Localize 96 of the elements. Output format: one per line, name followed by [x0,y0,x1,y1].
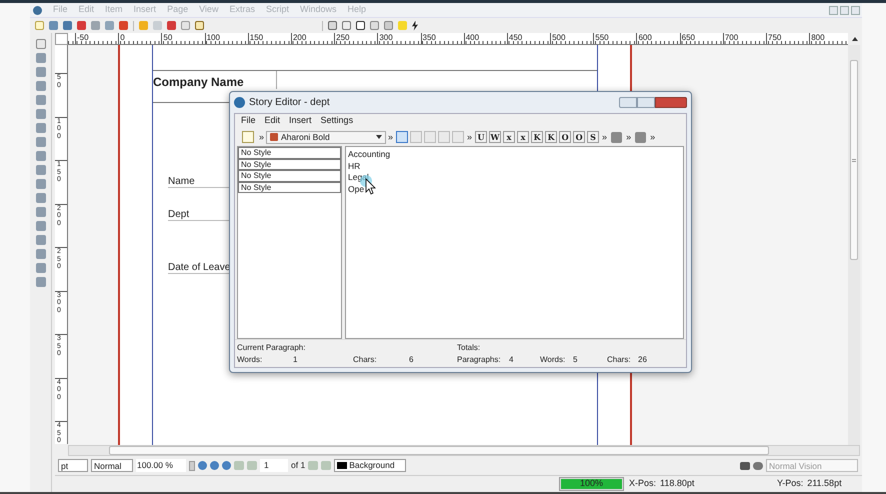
ruler-label: 350 [422,33,437,42]
field-label: Dept [168,209,190,220]
ruler-label: 150 [248,33,264,42]
ruler-label: 650 [680,33,696,42]
chars-label: Chars: [607,354,632,366]
words-label: Words: [540,354,566,366]
window-title: Story Editor - dept [249,96,330,110]
spin-icon[interactable] [189,460,195,470]
ruler-label: 400 [464,33,480,42]
x-pos-value: 118.80pt [660,477,696,490]
ruler-label: 0 [119,33,126,42]
scroll-up-icon[interactable] [852,37,858,41]
chars-value: 26 [638,354,647,366]
new-document-icon[interactable] [242,131,254,143]
menu-item[interactable]: File [241,114,256,128]
paragraphs-value: 4 [509,354,514,366]
scroll-thumb[interactable] [109,446,769,454]
ruler-corner[interactable] [55,33,68,45]
style-button[interactable]: x [503,131,516,143]
style-button[interactable]: O [559,131,572,143]
paragraph-style[interactable]: No Style [238,147,341,158]
chars-label: Chars: [353,354,378,366]
vertical-scrollbar[interactable] [848,45,860,445]
words-label: Words: [237,354,264,366]
ruler-label: 200 [292,33,308,42]
font-dropdown[interactable]: Aharoni Bold [266,130,386,144]
ruler-label: 600 [637,33,653,42]
more-button[interactable]: » [624,132,634,142]
words-value: 1 [293,354,298,366]
y-pos-label: Y-Pos: [777,477,804,490]
layer-dropdown[interactable]: Background [334,459,406,472]
paragraph-text: Accounting [348,149,390,160]
style-button[interactable]: O [573,131,586,143]
x-pos-label: X-Pos: [629,477,656,490]
paragraph-text: Ope [348,184,364,195]
ruler-label: 550 [594,33,610,42]
align-button[interactable] [438,131,450,143]
align-button[interactable] [396,131,408,143]
more-button[interactable]: » [257,132,266,142]
unit-dropdown[interactable]: pt [58,459,88,472]
more-button[interactable]: » [465,132,474,142]
style-button[interactable]: K [531,131,544,143]
ruler-label: 800 [810,33,826,42]
caret-icon [376,135,382,139]
style-button[interactable]: S [587,131,600,143]
new-document-icon[interactable] [35,21,44,30]
app-logo-icon [234,97,245,108]
company-name: Company Name [153,71,277,89]
horizontal-scrollbar[interactable] [68,444,860,456]
paragraph-style[interactable]: No Style [238,158,341,170]
style-button[interactable]: x [517,131,530,143]
text-area[interactable]: Accounting HR Legal Ope [345,146,684,339]
style-button[interactable]: U [475,131,488,143]
words-value: 5 [573,354,578,366]
totals-heading: Totals: [457,342,480,354]
menu-item[interactable]: Insert [289,114,312,128]
ruler-label: 700 [724,33,740,42]
checkbox-icon[interactable] [356,21,365,30]
ruler-label: 250 [335,33,350,42]
menu-item[interactable]: Edit [264,114,280,128]
align-button[interactable] [424,131,436,143]
page-dropdown[interactable]: 1 [260,459,288,472]
more-button[interactable]: » [386,132,396,142]
mode-dropdown[interactable]: Normal [91,459,133,472]
style-button[interactable]: W [489,131,502,143]
swatch-icon [337,462,348,469]
ruler-label: 300 [378,33,394,42]
lightning-icon[interactable] [412,20,418,30]
progress-label: 100% [580,477,604,490]
align-button[interactable] [452,131,464,143]
more-button[interactable]: » [648,132,658,142]
ruler-label: 500 [551,33,566,42]
more-button[interactable]: » [600,132,610,142]
y-pos-value: 211.58pt [807,477,842,490]
ruler-label: 50 [162,33,174,42]
paragraph-text: Legal [348,172,369,184]
ruler-label: -50 [76,33,90,42]
app-logo-icon [33,6,42,14]
paragraph-style[interactable]: No Style [238,182,341,193]
ruler-label: 750 [767,33,782,42]
current-paragraph-heading: Current Paragraph: [237,342,306,354]
style-button[interactable]: K [545,131,558,143]
ruler-label: 450 [508,33,524,42]
zoom-field[interactable]: 100.00 % [136,459,186,472]
page-count: of 1 [291,459,306,472]
ruler-label: 100 [206,33,221,42]
maximize-icon[interactable] [637,97,655,108]
field-label: Name [168,176,195,187]
chars-value: 6 [409,354,414,366]
menu-item[interactable]: Settings [320,114,354,128]
align-button[interactable] [410,131,422,143]
paragraph-text: HR [348,160,360,172]
field-label: Date of Leave [168,262,230,273]
scroll-thumb[interactable] [850,60,858,260]
paragraphs-label: Paragraphs: [457,354,502,366]
paragraph-style[interactable]: No Style [238,170,341,182]
